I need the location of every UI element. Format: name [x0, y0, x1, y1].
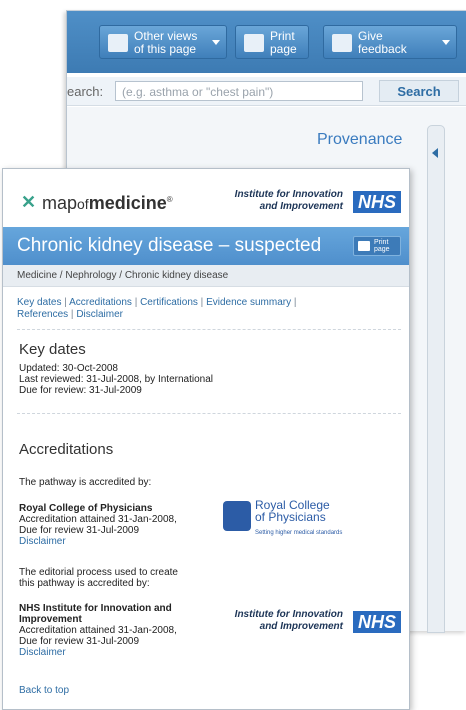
rcp-disclaimer-link[interactable]: Disclaimer	[19, 536, 66, 547]
print-page-label: Print page	[374, 239, 390, 253]
logo-medicine: medicine	[88, 193, 167, 213]
search-button[interactable]: Search	[379, 80, 459, 102]
rcp-tagline: Setting higher medical standards	[255, 530, 343, 536]
toolbar: Other views of this page Print page Give…	[67, 11, 466, 73]
separator: |	[293, 297, 297, 308]
link-disclaimer[interactable]: Disclaimer	[76, 309, 123, 320]
other-views-button[interactable]: Other views of this page	[99, 25, 227, 59]
nhs-logo: NHS	[353, 191, 401, 213]
logo-registered: ®	[166, 195, 173, 204]
chevron-down-icon	[442, 40, 450, 45]
key-dates-heading: Key dates	[19, 341, 86, 358]
print-page-button[interactable]: Print page	[353, 236, 401, 256]
editorial-text: The editorial process used to create thi…	[19, 567, 178, 589]
link-evidence-summary[interactable]: Evidence summary	[206, 297, 291, 308]
print-page-label: Print page	[270, 29, 297, 56]
section-links: Key dates | Accreditations | Certificati…	[17, 297, 307, 321]
title-bar: Chronic kidney disease – suspected Print…	[3, 227, 409, 265]
back-to-top-link[interactable]: Back to top	[19, 685, 69, 696]
divider	[17, 413, 401, 414]
logo-map: map	[42, 193, 78, 213]
print-page-button[interactable]: Print page	[235, 25, 309, 59]
divider	[17, 329, 401, 330]
page-title: Chronic kidney disease – suspected	[17, 235, 322, 256]
brand-header: ✕ mapofmedicine® Institute for Innovatio…	[3, 169, 409, 227]
rcp-details: Accreditation attained 31-Jan-2008, Due …	[19, 514, 177, 536]
feedback-icon	[332, 34, 352, 52]
link-certifications[interactable]: Certifications	[140, 297, 198, 308]
accredited-by-text: The pathway is accredited by:	[19, 477, 152, 488]
other-views-label: Other views of this page	[134, 29, 198, 56]
updated-date: Updated: 30-Oct-2008	[19, 363, 118, 374]
rcp-crest-icon	[223, 501, 251, 531]
due-review-date: Due for review: 31-Jul-2009	[19, 385, 142, 396]
give-feedback-button[interactable]: Give feedback	[323, 25, 457, 59]
search-bar: earch: (e.g. asthma or "chest pain") Sea…	[67, 77, 466, 106]
provenance-link[interactable]: Provenance	[317, 131, 402, 149]
rcp-logo-text: Royal College of Physicians	[255, 498, 330, 524]
link-key-dates[interactable]: Key dates	[17, 297, 61, 308]
map-of-medicine-icon: ✕	[21, 192, 37, 212]
link-accreditations[interactable]: Accreditations	[69, 297, 132, 308]
side-panel-tab[interactable]	[427, 125, 445, 633]
logo-of: of	[77, 196, 89, 212]
accreditations-heading: Accreditations	[19, 441, 114, 458]
rcp-logo: Royal College of Physicians Setting high…	[223, 498, 342, 539]
chevron-left-icon	[432, 148, 438, 158]
rcp-name: Royal College of Physicians	[19, 503, 153, 514]
printer-icon	[358, 241, 370, 251]
pathway-window: ✕ mapofmedicine® Institute for Innovatio…	[2, 168, 410, 710]
page-icon	[108, 34, 128, 52]
printer-icon	[244, 34, 264, 52]
nhs-institute-logo-text: Institute for Innovation and Improvement	[234, 609, 343, 632]
search-label: earch:	[67, 84, 104, 99]
last-reviewed-date: Last reviewed: 31-Jul-2008, by Internati…	[19, 374, 214, 385]
chevron-down-icon	[212, 40, 220, 45]
link-references[interactable]: References	[17, 309, 68, 320]
give-feedback-label: Give feedback	[358, 29, 407, 56]
nhs-institute-name: NHS Institute for Innovation and Improve…	[19, 603, 172, 625]
search-input[interactable]: (e.g. asthma or "chest pain")	[115, 81, 363, 101]
nhs-logo: NHS	[353, 611, 401, 633]
nhs-details: Accreditation attained 31-Jan-2008, Due …	[19, 625, 177, 647]
breadcrumb[interactable]: Medicine / Nephrology / Chronic kidney d…	[3, 265, 409, 287]
nhs-institute-text: Institute for Innovation and Improvement	[234, 189, 343, 212]
nhs-disclaimer-link[interactable]: Disclaimer	[19, 647, 66, 658]
